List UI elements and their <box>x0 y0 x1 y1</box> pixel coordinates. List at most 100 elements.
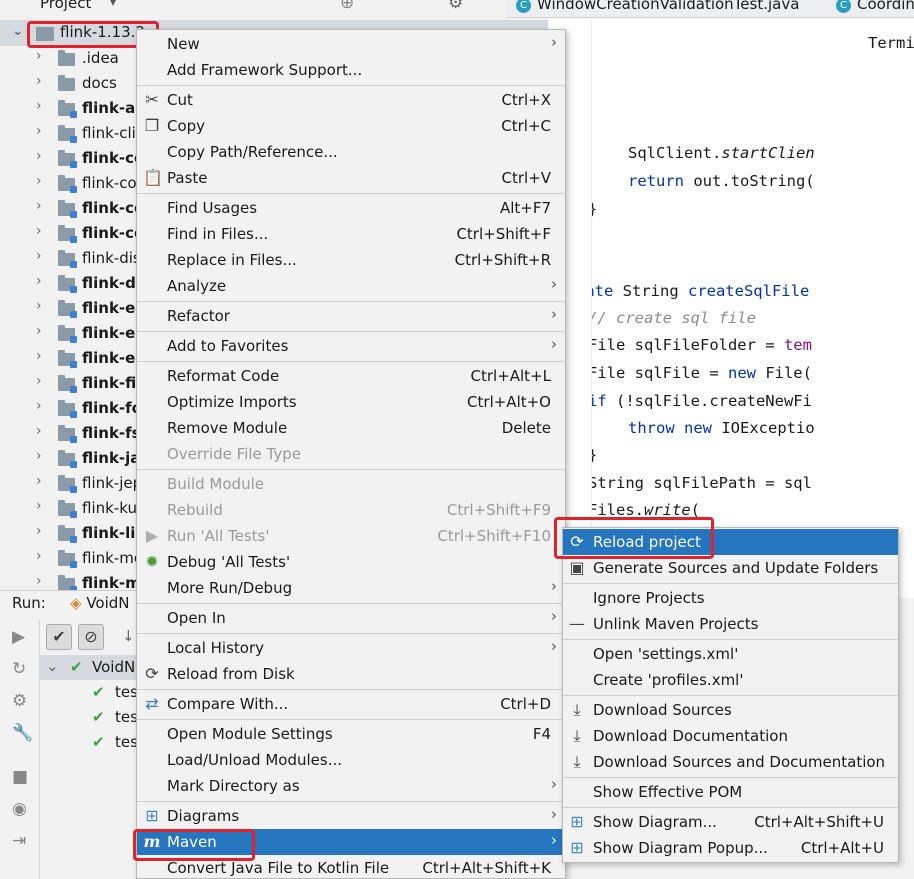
exit-icon[interactable]: ⇥ <box>12 831 26 851</box>
project-tree-label: .idea <box>82 49 119 67</box>
maven-item-download-sources-and-documentation[interactable]: ⤓ Download Sources and Documentation <box>563 749 898 775</box>
menu-item-find-usages[interactable]: Find Usages Alt+F7 <box>137 195 565 221</box>
tab-coordinator[interactable]: C Coordin <box>836 0 914 13</box>
chevron-right-icon[interactable]: › <box>36 348 42 364</box>
menu-item-load-unload-modules[interactable]: Load/Unload Modules... <box>137 747 565 773</box>
sort-icon[interactable]: ↓ <box>122 627 135 645</box>
menu-item-debug-all-tests[interactable]: ✹ Debug 'All Tests' <box>137 549 565 575</box>
camera-icon[interactable]: ◉ <box>12 799 27 819</box>
menu-item-shortcut: F4 <box>532 725 551 743</box>
chevron-right-icon[interactable]: › <box>36 48 42 64</box>
menu-item-add-framework-support[interactable]: Add Framework Support... <box>137 57 565 83</box>
menu-item-reformat-code[interactable]: Reformat Code Ctrl+Alt+L <box>137 363 565 389</box>
menu-item-copy-path-reference[interactable]: Copy Path/Reference... <box>137 139 565 165</box>
minus-icon: — <box>569 614 585 633</box>
menu-item-find-in-files[interactable]: Find in Files... Ctrl+Shift+F <box>137 221 565 247</box>
menu-item-local-history[interactable]: Local History › <box>137 635 565 661</box>
code-line: // create sql file <box>588 309 756 327</box>
menu-item-new[interactable]: New › <box>137 31 565 57</box>
chevron-right-icon[interactable]: › <box>36 373 42 389</box>
chevron-right-icon[interactable]: › <box>36 248 42 264</box>
chevron-right-icon[interactable]: › <box>36 523 42 539</box>
menu-item-mark-directory-as[interactable]: Mark Directory as › <box>137 773 565 799</box>
menu-item-paste[interactable]: 📋 Paste Ctrl+V <box>137 165 565 191</box>
tab-window-creation-test[interactable]: C WindowCreationValidationTest.java <box>516 0 799 13</box>
chevron-right-icon[interactable]: › <box>36 423 42 439</box>
module-folder-icon <box>58 275 77 293</box>
maven-item-create-profiles-xml[interactable]: Create 'profiles.xml' <box>563 667 898 693</box>
code-line: String sqlFilePath = sql <box>588 474 812 492</box>
menu-item-replace-in-files[interactable]: Replace in Files... Ctrl+Shift+R <box>137 247 565 273</box>
chevron-right-icon[interactable]: › <box>36 573 42 589</box>
menu-item-copy[interactable]: ❐ Copy Ctrl+C <box>137 113 565 139</box>
chevron-right-icon[interactable]: › <box>36 123 42 139</box>
rerun-icon[interactable]: ▶ <box>12 627 25 647</box>
menu-item-reload-from-disk[interactable]: ⟳ Reload from Disk <box>137 661 565 687</box>
menu-item-remove-module[interactable]: Remove Module Delete <box>137 415 565 441</box>
show-passed-button[interactable]: ✔ <box>46 624 72 650</box>
menu-item-open-module-settings[interactable]: Open Module Settings F4 <box>137 721 565 747</box>
test-label: tes <box>115 733 138 751</box>
reload-icon: ⟳ <box>145 664 159 683</box>
menu-item-cut[interactable]: ✂ Cut Ctrl+X <box>137 87 565 113</box>
rerun-failed-icon[interactable]: ↻ <box>12 659 26 679</box>
chevron-right-icon[interactable]: › <box>36 498 42 514</box>
menu-item-shortcut: Ctrl+Alt+O <box>467 393 551 411</box>
maven-item-show-diagram[interactable]: ⊞ Show Diagram... Ctrl+Alt+Shift+U <box>563 809 898 835</box>
maven-item-ignore-projects[interactable]: Ignore Projects <box>563 585 898 611</box>
chevron-right-icon[interactable]: › <box>36 98 42 114</box>
menu-item-shortcut: Ctrl+D <box>500 695 551 713</box>
show-ignored-button[interactable]: ⊘ <box>78 624 104 650</box>
debug-icon[interactable]: ⚙ <box>12 691 27 711</box>
chevron-right-icon[interactable]: › <box>36 73 42 89</box>
code-token: if <box>588 392 616 410</box>
chevron-right-icon: › <box>551 305 557 323</box>
menu-item-shortcut: Ctrl+C <box>501 117 551 135</box>
menu-item-refactor[interactable]: Refactor › <box>137 303 565 329</box>
chevron-right-icon[interactable]: › <box>36 473 42 489</box>
maven-item-show-effective-pom[interactable]: Show Effective POM <box>563 779 898 805</box>
chevron-right-icon[interactable]: › <box>36 273 42 289</box>
chevron-right-icon[interactable]: › <box>36 223 42 239</box>
chevron-right-icon[interactable]: › <box>36 448 42 464</box>
stop-icon[interactable]: ■ <box>12 767 28 787</box>
chevron-right-icon[interactable]: › <box>36 173 42 189</box>
menu-item-label: Debug 'All Tests' <box>167 553 291 571</box>
menu-item-label: Paste <box>167 169 208 187</box>
project-tree-label: flink-fil <box>82 374 142 392</box>
project-header: Project ▾ ⊕ ⚙ <box>0 0 548 14</box>
module-folder-icon <box>58 200 77 218</box>
maven-item-show-diagram-popup[interactable]: ⊞ Show Diagram Popup... Ctrl+Alt+U <box>563 835 898 861</box>
maven-item-download-sources[interactable]: ⤓ Download Sources <box>563 697 898 723</box>
chevron-down-icon[interactable]: ▾ <box>110 0 116 9</box>
project-title[interactable]: Project <box>40 0 91 12</box>
menu-item-add-to-favorites[interactable]: Add to Favorites › <box>137 333 565 359</box>
menu-separator <box>137 469 565 470</box>
menu-item-analyze[interactable]: Analyze › <box>137 273 565 299</box>
chevron-right-icon[interactable]: › <box>36 548 42 564</box>
menu-item-diagrams[interactable]: ⊞ Diagrams › <box>137 803 565 829</box>
menu-item-label: Reformat Code <box>167 367 280 385</box>
wrench-icon[interactable]: 🔧 <box>12 723 33 743</box>
code-token: out.toString( <box>693 172 815 190</box>
chevron-right-icon[interactable]: › <box>36 298 42 314</box>
chevron-right-icon[interactable]: › <box>36 323 42 339</box>
code-token: Terminal <box>868 34 914 52</box>
chevron-down-icon[interactable]: ⌄ <box>46 657 59 675</box>
gear-icon[interactable]: ⚙ <box>448 0 463 13</box>
maven-item-label: Download Sources <box>593 701 732 719</box>
menu-item-open-in[interactable]: Open In › <box>137 605 565 631</box>
run-config-tab[interactable]: ◈ VoidN <box>70 594 130 612</box>
target-icon[interactable]: ⊕ <box>340 0 354 13</box>
menu-item-more-run-debug[interactable]: More Run/Debug › <box>137 575 565 601</box>
maven-item-unlink-maven-projects[interactable]: — Unlink Maven Projects <box>563 611 898 637</box>
maven-item-download-documentation[interactable]: ⤓ Download Documentation <box>563 723 898 749</box>
chevron-right-icon[interactable]: › <box>36 148 42 164</box>
maven-item-open-settings-xml[interactable]: Open 'settings.xml' <box>563 641 898 667</box>
chevron-right-icon[interactable]: › <box>36 398 42 414</box>
menu-item-optimize-imports[interactable]: Optimize Imports Ctrl+Alt+O <box>137 389 565 415</box>
code-editor[interactable]: Terminal SqlClient.startClien return out.t… <box>548 18 914 598</box>
chevron-down-icon[interactable]: ⌄ <box>12 23 24 39</box>
menu-item-compare-with[interactable]: ⇄ Compare With... Ctrl+D <box>137 691 565 717</box>
chevron-right-icon[interactable]: › <box>36 198 42 214</box>
